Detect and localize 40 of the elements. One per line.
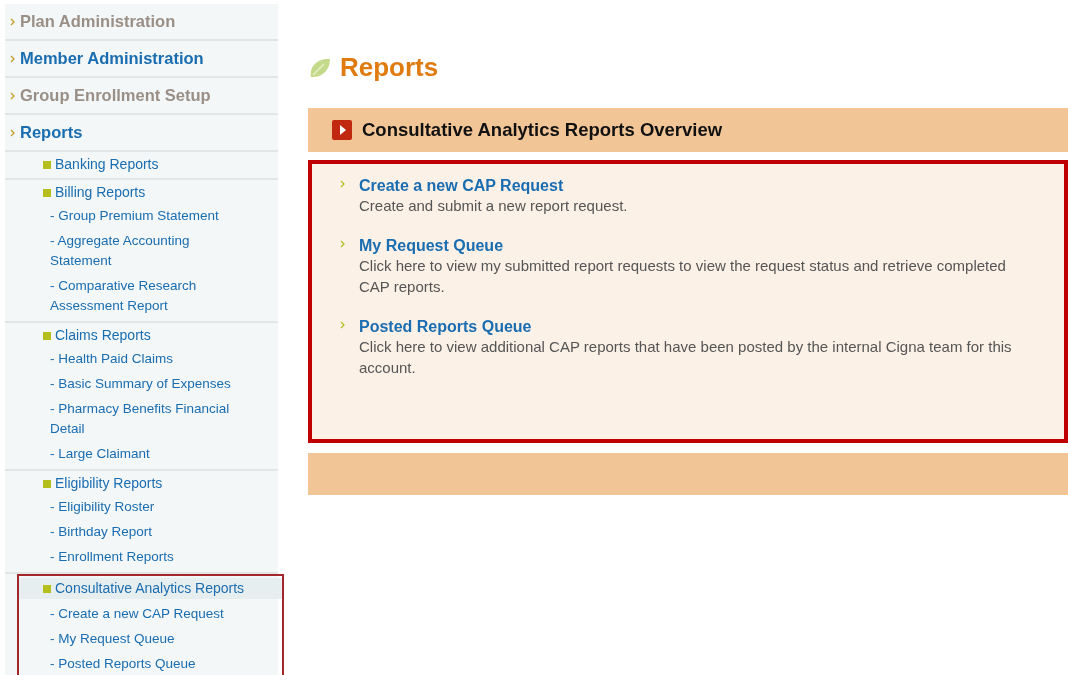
sidebar-section[interactable]: Member Administration <box>5 41 278 78</box>
report-link[interactable]: - Pharmacy Benefits Financial Detail <box>50 398 248 439</box>
panel-link[interactable]: Create a new CAP Request <box>359 176 658 196</box>
report-link[interactable]: - Enrollment Reports <box>50 546 248 567</box>
chevron-icon <box>340 321 345 330</box>
bullet-icon <box>43 331 51 340</box>
chevron-icon <box>10 91 15 100</box>
report-link[interactable]: - Basic Summary of Expenses <box>50 373 248 394</box>
bullet-icon <box>43 188 51 197</box>
report-group-link[interactable]: Billing Reports <box>55 182 146 203</box>
report-group-link[interactable]: Banking Reports <box>55 154 159 175</box>
bullet-icon <box>43 479 51 488</box>
report-link[interactable]: - Eligibility Roster <box>50 496 248 517</box>
panel-link[interactable]: My Request Queue <box>359 236 1044 256</box>
report-link[interactable]: - Aggregate Accounting Statement <box>50 230 248 271</box>
chevron-icon <box>10 17 15 26</box>
play-icon <box>332 120 352 141</box>
report-link[interactable]: - Birthday Report <box>50 521 248 542</box>
chevron-icon <box>10 54 15 63</box>
report-link[interactable]: - Comparative Research Assessment Report <box>50 275 248 316</box>
chevron-icon <box>340 180 345 189</box>
chevron-icon <box>10 128 15 137</box>
report-link[interactable]: - Health Paid Claims <box>50 348 248 369</box>
report-link[interactable]: - Posted Reports Queue <box>50 653 252 674</box>
panel-title: Consultative Analytics Reports Overview <box>362 119 723 142</box>
report-link[interactable]: - Large Claimant <box>50 443 248 464</box>
bullet-icon <box>43 160 51 169</box>
page-title: Reports <box>340 52 439 84</box>
link-description: Click here to view additional CAP reports that have been posted by the internal Cigna team for this account. <box>359 337 1013 379</box>
link-description: Create and submit a new report request. <box>359 196 629 217</box>
report-group-link[interactable]: Eligibility Reports <box>55 473 163 494</box>
report-link[interactable]: - Create a new CAP Request <box>50 603 252 624</box>
report-link[interactable]: - My Request Queue <box>50 628 252 649</box>
panel-link[interactable]: Posted Reports Queue <box>359 317 1044 337</box>
chevron-icon <box>340 240 345 249</box>
report-group-link[interactable]: Claims Reports <box>55 325 151 346</box>
bullet-icon <box>43 584 51 593</box>
sidebar-section[interactable]: Reports <box>5 115 278 152</box>
link-description: Click here to view my submitted report requests to view the request status and retrieve completed CAP reports. <box>359 256 1007 298</box>
report-link[interactable]: - Group Premium Statement <box>50 205 248 226</box>
